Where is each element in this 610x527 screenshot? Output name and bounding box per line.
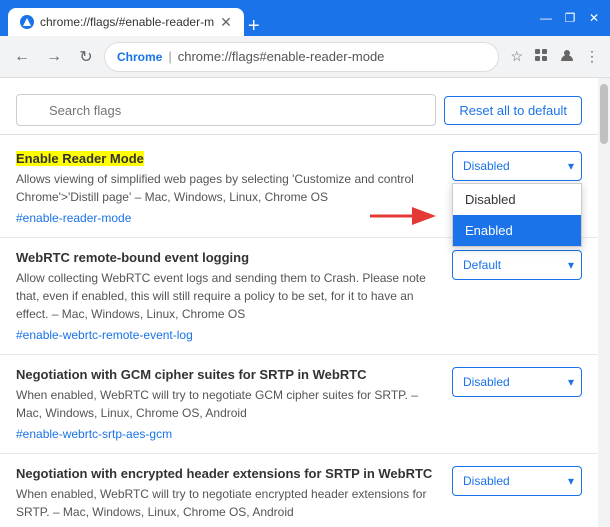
flag-select-webrtc-log[interactable]: Default Disabled Enabled [452,250,582,280]
search-wrap: 🔍 [16,94,436,126]
scrollbar-thumb[interactable] [600,84,608,144]
dropdown-menu: Disabled Enabled [452,183,582,247]
flag-description: Allow collecting WebRTC event logs and s… [16,269,440,323]
flag-control: Default Disabled Enabled ▾ Disabled Enab… [452,151,582,181]
flag-control: Default Disabled Enabled ▾ [452,466,582,496]
tab-title: chrome://flags/#enable-reader-m [40,15,214,29]
active-tab[interactable]: chrome://flags/#enable-reader-m ✕ [8,8,244,36]
flag-item: Negotiation with GCM cipher suites for S… [0,355,598,454]
extension-icon [530,44,552,69]
tab-close-button[interactable]: ✕ [220,14,232,31]
flag-content: WebRTC remote-bound event logging Allow … [16,250,440,342]
forward-button[interactable]: → [40,43,68,71]
url-icons: ☆ ⋮ [507,44,602,69]
reset-all-button[interactable]: Reset all to default [444,96,582,125]
flag-select-srtp-encrypted[interactable]: Default Disabled Enabled [452,466,582,496]
window-controls: — ❐ ✕ [538,11,602,25]
flag-select-reader-mode[interactable]: Default Disabled Enabled [452,151,582,181]
reload-button[interactable]: ↻ [72,43,100,71]
flag-title: Enable Reader Mode [16,151,440,166]
dropdown-item-enabled[interactable]: Enabled [453,215,581,246]
bookmark-icon[interactable]: ☆ [507,45,526,68]
search-input[interactable] [16,94,436,126]
flag-content: Negotiation with GCM cipher suites for S… [16,367,440,441]
flag-title-highlight: Enable Reader Mode [16,151,144,166]
titlebar: chrome://flags/#enable-reader-m ✕ + — ❐ … [0,0,610,36]
new-tab-button[interactable]: + [248,16,260,36]
flag-control: Default Disabled Enabled ▾ [452,250,582,280]
flag-item: WebRTC remote-bound event logging Allow … [0,238,598,355]
url-bar[interactable]: Chrome | chrome://flags#enable-reader-mo… [104,42,499,72]
red-arrow-indicator [370,201,440,234]
profile-icon[interactable] [556,44,578,69]
flag-content: Negotiation with encrypted header extens… [16,466,440,527]
url-chrome-label: Chrome [117,50,162,64]
flag-title: Negotiation with encrypted header extens… [16,466,440,481]
close-button[interactable]: ✕ [586,11,602,25]
back-button[interactable]: ← [8,43,36,71]
url-path: chrome://flags#enable-reader-mode [178,49,385,64]
flag-link[interactable]: #enable-webrtc-remote-event-log [16,328,193,342]
url-separator: | [168,49,171,64]
addressbar: ← → ↻ Chrome | chrome://flags#enable-rea… [0,36,610,78]
flag-title: Negotiation with GCM cipher suites for S… [16,367,440,382]
restore-button[interactable]: ❐ [562,11,578,25]
flag-item: Negotiation with encrypted header extens… [0,454,598,527]
flag-select-srtp-gcm[interactable]: Default Disabled Enabled [452,367,582,397]
flag-link[interactable]: #enable-webrtc-srtp-aes-gcm [16,427,172,441]
minimize-button[interactable]: — [538,11,554,25]
scrollbar[interactable] [598,78,610,527]
flag-item: Enable Reader Mode Allows viewing of sim… [0,139,598,238]
flag-link[interactable]: #enable-reader-mode [16,211,131,225]
flag-description: When enabled, WebRTC will try to negotia… [16,386,440,422]
flag-title: WebRTC remote-bound event logging [16,250,440,265]
search-bar: 🔍 Reset all to default [0,86,598,135]
flag-description: When enabled, WebRTC will try to negotia… [16,485,440,521]
tab-bar: chrome://flags/#enable-reader-m ✕ + [8,0,260,36]
content-area: 🔍 Reset all to default Enable Reader Mod… [0,78,610,527]
flag-control: Default Disabled Enabled ▾ [452,367,582,397]
dropdown-item-disabled[interactable]: Disabled [453,184,581,215]
menu-icon[interactable]: ⋮ [582,45,602,68]
main-panel: 🔍 Reset all to default Enable Reader Mod… [0,78,598,527]
tab-favicon [20,15,34,29]
